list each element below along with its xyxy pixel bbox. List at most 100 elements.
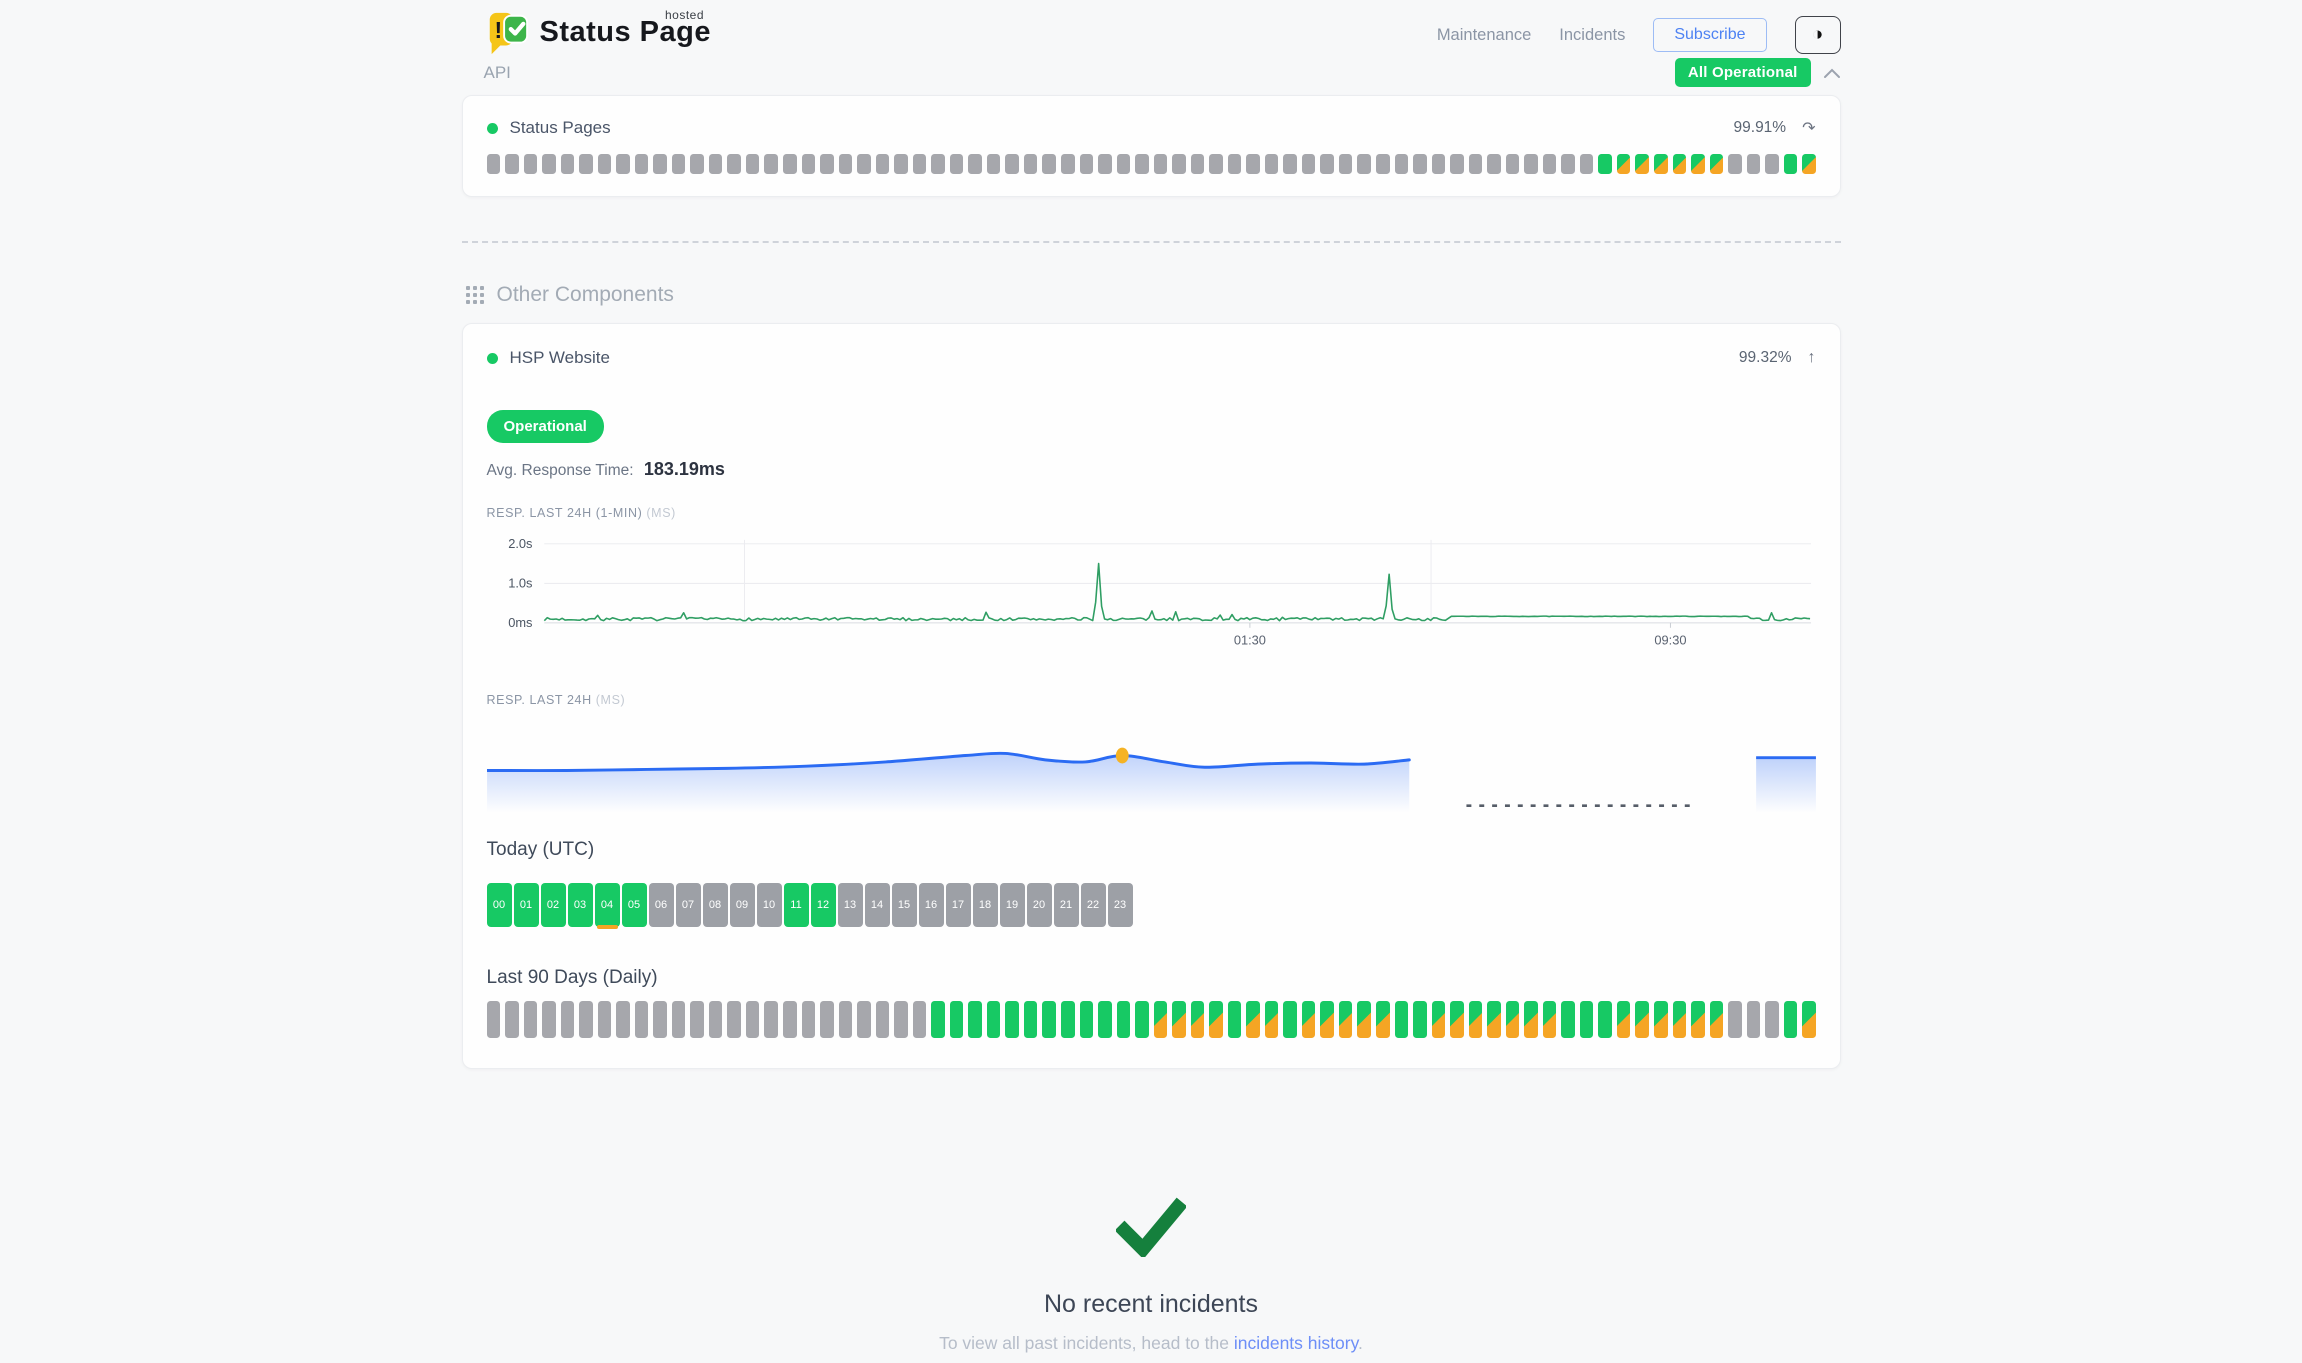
uptime-bar[interactable] xyxy=(950,1001,964,1038)
uptime-bar[interactable] xyxy=(1135,1001,1149,1038)
uptime-bar[interactable] xyxy=(616,1001,630,1038)
uptime-bar[interactable] xyxy=(1543,1001,1557,1038)
uptime-bar[interactable] xyxy=(1005,154,1019,174)
trend-up-icon[interactable]: ↑ xyxy=(1808,349,1816,367)
uptime-bar[interactable] xyxy=(1598,1001,1612,1038)
hour-block[interactable]: 10 xyxy=(757,883,782,927)
uptime-bar[interactable] xyxy=(1228,1001,1242,1038)
uptime-bar[interactable] xyxy=(839,1001,853,1038)
uptime-bar[interactable] xyxy=(598,154,612,174)
uptime-bar[interactable] xyxy=(727,1001,741,1038)
uptime-bar[interactable] xyxy=(894,154,908,174)
uptime-bar[interactable] xyxy=(616,154,630,174)
chart-marker-dot[interactable] xyxy=(1115,747,1128,763)
hour-block[interactable]: 06 xyxy=(649,883,674,927)
uptime-bar[interactable] xyxy=(1524,1001,1538,1038)
uptime-bar[interactable] xyxy=(1024,154,1038,174)
uptime-bar[interactable] xyxy=(931,1001,945,1038)
hour-block[interactable]: 11 xyxy=(784,883,809,927)
uptime-bar[interactable] xyxy=(1524,154,1538,174)
uptime-bar[interactable] xyxy=(1747,1001,1761,1038)
uptime-bar[interactable] xyxy=(1098,1001,1112,1038)
uptime-bar[interactable] xyxy=(1302,1001,1316,1038)
nav-incidents[interactable]: Incidents xyxy=(1559,26,1625,45)
uptime-bar[interactable] xyxy=(1543,154,1557,174)
uptime-bar[interactable] xyxy=(839,154,853,174)
uptime-bar[interactable] xyxy=(1357,154,1371,174)
uptime-bar[interactable] xyxy=(1246,1001,1260,1038)
uptime-bar[interactable] xyxy=(690,154,704,174)
uptime-bar[interactable] xyxy=(894,1001,908,1038)
uptime-bar[interactable] xyxy=(1654,1001,1668,1038)
uptime-bar[interactable] xyxy=(1598,154,1612,174)
uptime-bar[interactable] xyxy=(1691,1001,1705,1038)
trend-curve-icon[interactable]: ↷ xyxy=(1802,118,1815,138)
uptime-bar[interactable] xyxy=(1191,154,1205,174)
uptime-bar[interactable] xyxy=(505,154,519,174)
subscribe-button[interactable]: Subscribe xyxy=(1653,18,1766,52)
uptime-bar[interactable] xyxy=(1580,154,1594,174)
uptime-bar[interactable] xyxy=(1209,1001,1223,1038)
uptime-bar[interactable] xyxy=(1617,1001,1631,1038)
uptime-bar[interactable] xyxy=(727,154,741,174)
uptime-bar[interactable] xyxy=(746,154,760,174)
uptime-bar[interactable] xyxy=(1710,154,1724,174)
uptime-bar[interactable] xyxy=(1469,1001,1483,1038)
uptime-bar[interactable] xyxy=(876,1001,890,1038)
uptime-bar[interactable] xyxy=(1784,1001,1798,1038)
uptime-bar[interactable] xyxy=(487,154,501,174)
uptime-bar[interactable] xyxy=(783,154,797,174)
uptime-bar[interactable] xyxy=(857,154,871,174)
uptime-bar[interactable] xyxy=(672,1001,686,1038)
hour-block[interactable]: 08 xyxy=(703,883,728,927)
uptime-bar[interactable] xyxy=(1784,154,1798,174)
uptime-bar[interactable] xyxy=(913,154,927,174)
incidents-history-link[interactable]: incidents history xyxy=(1234,1333,1358,1353)
uptime-bar[interactable] xyxy=(1246,154,1260,174)
uptime-bar[interactable] xyxy=(524,1001,538,1038)
uptime-bar[interactable] xyxy=(1283,1001,1297,1038)
uptime-bar[interactable] xyxy=(1469,154,1483,174)
uptime-bar[interactable] xyxy=(968,154,982,174)
uptime-bar[interactable] xyxy=(1506,1001,1520,1038)
hour-block[interactable]: 02 xyxy=(541,883,566,927)
uptime-bar[interactable] xyxy=(1580,1001,1594,1038)
hour-block[interactable]: 00 xyxy=(487,883,512,927)
hour-block[interactable]: 19 xyxy=(1000,883,1025,927)
hour-block[interactable]: 01 xyxy=(514,883,539,927)
uptime-bar[interactable] xyxy=(1154,1001,1168,1038)
uptime-bar[interactable] xyxy=(635,154,649,174)
collapse-chevron-icon[interactable] xyxy=(1823,67,1841,79)
uptime-bar[interactable] xyxy=(1561,154,1575,174)
uptime-bar[interactable] xyxy=(1432,154,1446,174)
uptime-bar[interactable] xyxy=(950,154,964,174)
uptime-bar[interactable] xyxy=(505,1001,519,1038)
uptime-bar[interactable] xyxy=(1080,154,1094,174)
uptime-bar[interactable] xyxy=(598,1001,612,1038)
uptime-bar[interactable] xyxy=(1376,154,1390,174)
uptime-bar[interactable] xyxy=(987,154,1001,174)
uptime-bar[interactable] xyxy=(1061,1001,1075,1038)
uptime-bar[interactable] xyxy=(1154,154,1168,174)
uptime-bar[interactable] xyxy=(635,1001,649,1038)
uptime-bar[interactable] xyxy=(1172,1001,1186,1038)
hour-block[interactable]: 16 xyxy=(919,883,944,927)
uptime-bar[interactable] xyxy=(487,1001,501,1038)
uptime-bar[interactable] xyxy=(1209,154,1223,174)
uptime-bar[interactable] xyxy=(1765,1001,1779,1038)
uptime-bar[interactable] xyxy=(1728,1001,1742,1038)
hour-block[interactable]: 07 xyxy=(676,883,701,927)
uptime-bar[interactable] xyxy=(1728,154,1742,174)
uptime-bar[interactable] xyxy=(653,154,667,174)
hour-block[interactable]: 05 xyxy=(622,883,647,927)
uptime-bar[interactable] xyxy=(802,154,816,174)
uptime-bar[interactable] xyxy=(1265,1001,1279,1038)
uptime-bar[interactable] xyxy=(987,1001,1001,1038)
uptime-bar[interactable] xyxy=(746,1001,760,1038)
uptime-bar[interactable] xyxy=(1747,154,1761,174)
uptime-bar[interactable] xyxy=(1283,154,1297,174)
uptime-bar[interactable] xyxy=(764,1001,778,1038)
uptime-bar[interactable] xyxy=(1339,1001,1353,1038)
uptime-bar[interactable] xyxy=(1617,154,1631,174)
uptime-bar[interactable] xyxy=(561,154,575,174)
